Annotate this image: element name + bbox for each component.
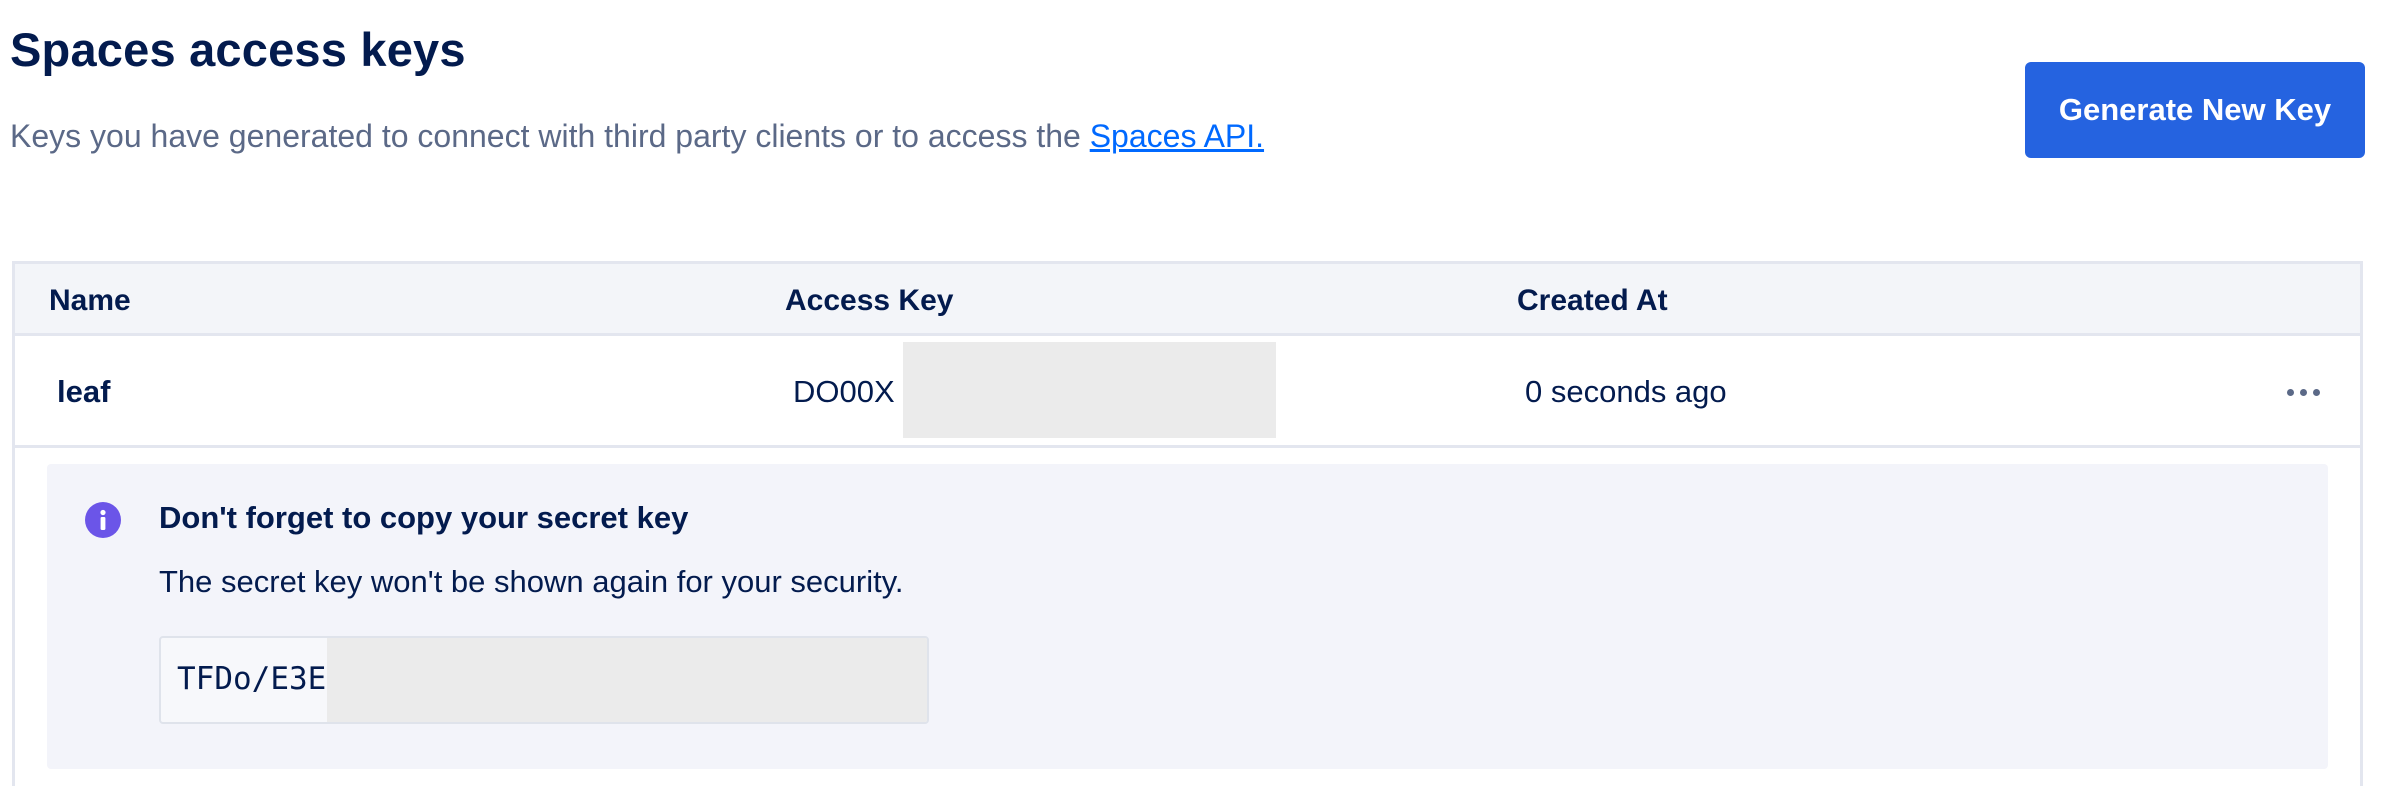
more-actions-button[interactable] — [2273, 374, 2333, 410]
page-description: Keys you have generated to connect with … — [10, 118, 1264, 155]
info-icon — [85, 502, 121, 538]
spaces-api-link[interactable]: Spaces API. — [1090, 118, 1264, 154]
notice-text: The secret key won't be shown again for … — [159, 564, 904, 599]
access-key-redaction — [903, 342, 1276, 438]
notice-title: Don't forget to copy your secret key — [159, 500, 689, 535]
access-keys-table: Name Access Key Created At leaf DO00X 0 … — [12, 261, 2363, 786]
column-header-access-key: Access Key — [785, 284, 954, 317]
access-key-value: DO00X — [793, 374, 895, 409]
more-dot-icon — [2299, 388, 2307, 396]
key-name: leaf — [57, 374, 111, 409]
generate-new-key-button[interactable]: Generate New Key — [2025, 62, 2365, 158]
secret-key-notice: Don't forget to copy your secret key The… — [47, 464, 2328, 769]
spaces-access-keys-page: Spaces access keys Keys you have generat… — [0, 0, 2386, 786]
description-text: Keys you have generated to connect with … — [10, 118, 1090, 154]
more-dot-icon — [2286, 388, 2294, 396]
secret-key-redaction — [327, 638, 927, 722]
secret-key-field[interactable]: TFDo/E3E — [159, 636, 929, 724]
more-dot-icon — [2312, 388, 2320, 396]
page-title: Spaces access keys — [10, 23, 466, 76]
table-row: leaf DO00X 0 seconds ago — [15, 336, 2360, 448]
column-header-name: Name — [49, 284, 131, 317]
table-header: Name Access Key Created At — [15, 264, 2360, 336]
created-at-value: 0 seconds ago — [1525, 374, 1727, 409]
secret-key-value: TFDo/E3E — [177, 661, 327, 697]
column-header-created-at: Created At — [1517, 284, 1668, 317]
